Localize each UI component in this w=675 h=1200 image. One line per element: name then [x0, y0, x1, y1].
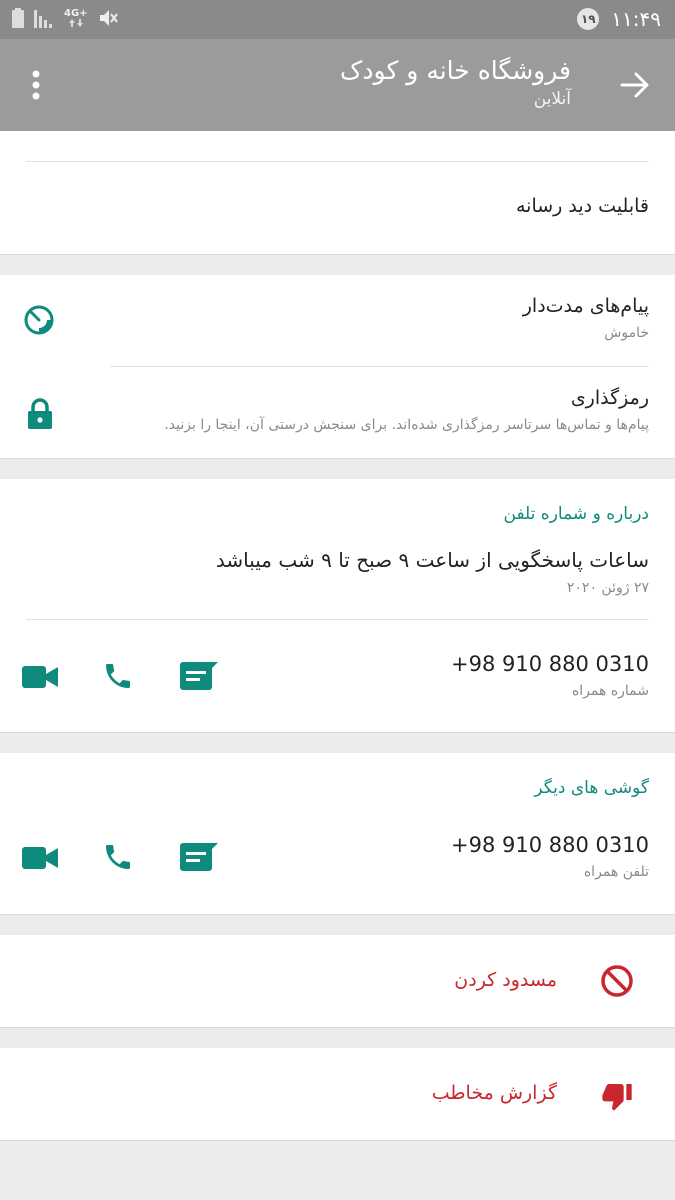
phone-type: شماره همراه — [571, 683, 649, 699]
about-heading: درباره و شماره تلفن — [503, 504, 650, 524]
more-options-button[interactable] — [18, 65, 54, 105]
block-icon — [599, 963, 635, 999]
voice-call-button[interactable] — [100, 658, 136, 694]
phone-number: +98 910 880 0310 — [451, 833, 649, 857]
other-phones-card: گوشی های دیگر +98 910 880 0310 تلفن همرا… — [0, 753, 675, 915]
back-arrow-icon — [620, 72, 649, 98]
timer-icon — [22, 303, 56, 337]
message-button[interactable] — [178, 658, 220, 694]
phone-number: +98 910 880 0310 — [451, 652, 649, 676]
lock-icon — [26, 397, 54, 431]
phone-item[interactable]: +98 910 880 0310 شماره همراه — [0, 620, 675, 732]
contact-status: آنلاین — [533, 89, 571, 109]
report-contact-item[interactable]: گزارش مخاطب — [0, 1048, 675, 1141]
media-card: قابلیت دید رسانه — [0, 131, 675, 255]
more-vert-icon — [32, 70, 40, 100]
block-contact-item[interactable]: مسدود کردن — [0, 935, 675, 1028]
phone-icon — [106, 845, 130, 869]
about-item[interactable]: ساعات پاسخگویی از ساعت ۹ صبح تا ۹ شب میب… — [0, 535, 675, 619]
disappearing-status: خاموش — [604, 325, 649, 341]
contact-header[interactable]: فروشگاه خانه و کودک آنلاین — [340, 55, 571, 111]
disappearing-title: پیام‌های مدت‌دار — [522, 295, 649, 317]
other-phones-heading: گوشی های دیگر — [534, 778, 649, 798]
app-bar: فروشگاه خانه و کودک آنلاین — [0, 39, 675, 131]
message-button[interactable] — [178, 839, 220, 875]
video-icon — [22, 666, 58, 688]
privacy-card: پیام‌های مدت‌دار خاموش رمزگذاری پیام‌ها … — [0, 275, 675, 459]
network-4g-icon: 4G+ — [64, 9, 88, 27]
video-call-button[interactable] — [20, 841, 60, 875]
network-label: 4G+ — [64, 8, 88, 19]
divider — [26, 161, 649, 162]
about-card: درباره و شماره تلفن ساعات پاسخگویی از سا… — [0, 479, 675, 733]
message-icon — [180, 662, 218, 690]
thumb-down-icon — [599, 1078, 635, 1114]
voice-call-button[interactable] — [100, 839, 136, 875]
report-label: گزارش مخاطب — [431, 1082, 557, 1104]
media-visibility-item[interactable]: قابلیت دید رسانه — [516, 195, 649, 217]
video-icon — [22, 847, 58, 869]
phone-type: تلفن همراه — [583, 864, 649, 880]
back-button[interactable] — [615, 65, 655, 105]
battery-icon — [12, 8, 24, 28]
status-bar: 4G+ ۱۹ ۱۱:۴۹ — [0, 0, 675, 39]
mute-icon — [99, 10, 118, 26]
contact-name: فروشگاه خانه و کودک — [340, 56, 571, 85]
about-date: ۲۷ ژوئن ۲۰۲۰ — [566, 580, 649, 596]
notification-badge: ۱۹ — [577, 8, 600, 30]
block-label: مسدود کردن — [454, 969, 557, 991]
disappearing-messages-item[interactable]: پیام‌های مدت‌دار خاموش — [0, 275, 675, 366]
video-call-button[interactable] — [20, 660, 60, 694]
other-phone-item[interactable]: +98 910 880 0310 تلفن همراه — [0, 809, 675, 915]
clock: ۱۱:۴۹ — [611, 7, 661, 31]
about-text: ساعات پاسخگویی از ساعت ۹ صبح تا ۹ شب میب… — [215, 548, 649, 572]
encryption-item[interactable]: رمزگذاری پیام‌ها و تماس‌ها سرتاسر رمزگذا… — [0, 367, 675, 459]
phone-icon — [106, 664, 130, 688]
encryption-description: پیام‌ها و تماس‌ها سرتاسر رمزگذاری شده‌ان… — [164, 417, 649, 433]
encryption-title: رمزگذاری — [570, 387, 649, 409]
signal-icon — [34, 10, 52, 28]
message-icon — [180, 843, 218, 871]
